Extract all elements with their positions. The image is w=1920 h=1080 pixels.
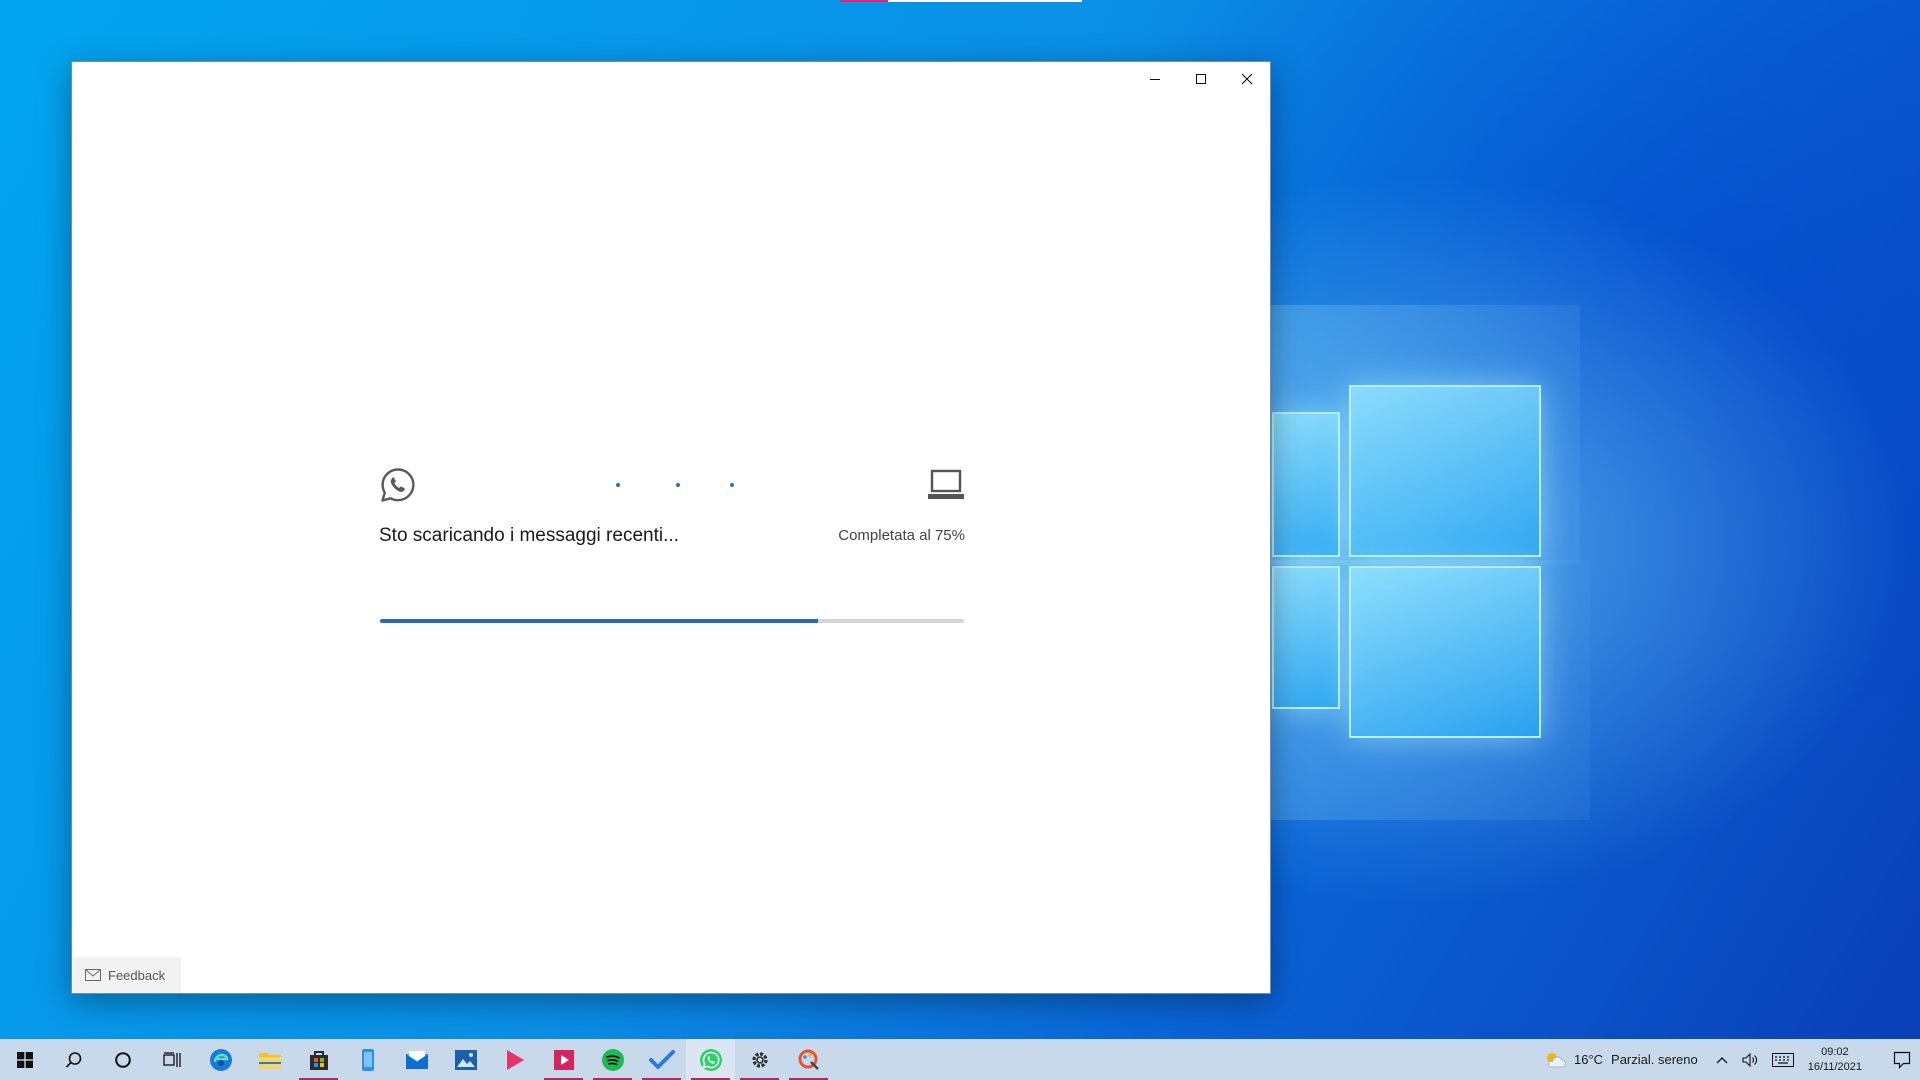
cortana-icon — [114, 1051, 131, 1068]
weather-condition: Parzial. sereno — [1611, 1052, 1698, 1067]
notification-icon — [1893, 1051, 1911, 1069]
chevron-up-icon[interactable] — [1716, 1056, 1728, 1064]
video-button[interactable] — [539, 1039, 588, 1080]
mail-icon — [85, 969, 101, 981]
notification-center-button[interactable] — [1884, 1039, 1920, 1080]
todo-icon — [648, 1049, 675, 1069]
edge-icon — [209, 1048, 232, 1071]
clock[interactable]: 09:02 16/11/2021 — [1808, 1045, 1862, 1075]
clock-date: 16/11/2021 — [1807, 1060, 1862, 1073]
store-icon — [309, 1050, 328, 1070]
windows-logo-pane — [1272, 412, 1340, 557]
windows-logo-pane — [1349, 385, 1541, 557]
paint-button[interactable] — [784, 1039, 833, 1080]
edge-button[interactable] — [196, 1039, 245, 1080]
close-icon — [1241, 73, 1253, 84]
task-view-icon — [162, 1051, 181, 1067]
volume-icon[interactable] — [1742, 1052, 1758, 1067]
start-button[interactable] — [0, 1039, 49, 1080]
system-tray: 16°C Parzial. sereno 09:02 16/11/2021 — [1544, 1039, 1920, 1080]
whatsapp-window: Sto scaricando i messaggi recenti... Com… — [71, 61, 1271, 994]
media-player-button[interactable] — [490, 1039, 539, 1080]
tray-icons — [1716, 1052, 1794, 1067]
top-strip — [840, 0, 888, 2]
settings-button[interactable] — [735, 1039, 784, 1080]
sync-status-text: Sto scaricando i messaggi recenti... — [379, 525, 679, 546]
todo-button[interactable] — [637, 1039, 686, 1080]
gear-icon — [751, 1051, 768, 1068]
minimize-button[interactable] — [1132, 62, 1178, 95]
folder-icon — [258, 1052, 281, 1069]
feedback-label: Feedback — [108, 967, 166, 983]
spotify-button[interactable] — [588, 1039, 637, 1080]
laptop-icon — [928, 469, 964, 499]
store-button[interactable] — [294, 1039, 343, 1080]
whatsapp-taskbar-button[interactable] — [686, 1039, 735, 1080]
play-icon — [506, 1049, 524, 1070]
top-strip — [888, 0, 1082, 2]
whatsapp-icon — [699, 1048, 722, 1071]
photos-icon — [454, 1049, 477, 1070]
windows-icon — [16, 1051, 33, 1068]
close-button[interactable] — [1224, 62, 1270, 95]
feedback-button[interactable]: Feedback — [73, 957, 181, 993]
windows-logo-pane — [1272, 566, 1340, 709]
completion-percent: Completata al 75% — [838, 527, 965, 544]
maximize-icon — [1196, 73, 1206, 84]
minimize-icon — [1150, 78, 1160, 80]
progress-fill — [380, 619, 818, 623]
whatsapp-icon — [381, 468, 415, 502]
weather-temperature: 16°C — [1573, 1052, 1604, 1067]
spotify-icon — [601, 1048, 624, 1071]
windows-logo-pane — [1349, 566, 1541, 738]
mail-icon — [405, 1050, 428, 1069]
cortana-button[interactable] — [98, 1039, 147, 1080]
file-explorer-button[interactable] — [245, 1039, 294, 1080]
progress-dot — [730, 483, 734, 487]
clock-time: 09:02 — [1821, 1045, 1849, 1058]
phone-icon — [361, 1048, 374, 1071]
title-bar — [1132, 62, 1270, 95]
progress-dot — [616, 483, 620, 487]
mail-button[interactable] — [392, 1039, 441, 1080]
phone-button[interactable] — [343, 1039, 392, 1080]
progress-bar — [380, 619, 964, 623]
weather-partly-sunny-icon — [1546, 1052, 1566, 1067]
keyboard-icon[interactable] — [1771, 1052, 1794, 1067]
weather-widget[interactable]: 16°C Parzial. sereno — [1544, 1051, 1698, 1069]
progress-dot — [676, 483, 680, 487]
paint-icon — [798, 1049, 819, 1070]
video-icon — [553, 1049, 574, 1070]
photos-button[interactable] — [441, 1039, 490, 1080]
maximize-button[interactable] — [1178, 62, 1224, 95]
task-view-button[interactable] — [147, 1039, 196, 1080]
search-button[interactable] — [49, 1039, 98, 1080]
taskbar: 16°C Parzial. sereno 09:02 16/11/2021 — [0, 1039, 1920, 1080]
search-icon — [65, 1051, 81, 1068]
